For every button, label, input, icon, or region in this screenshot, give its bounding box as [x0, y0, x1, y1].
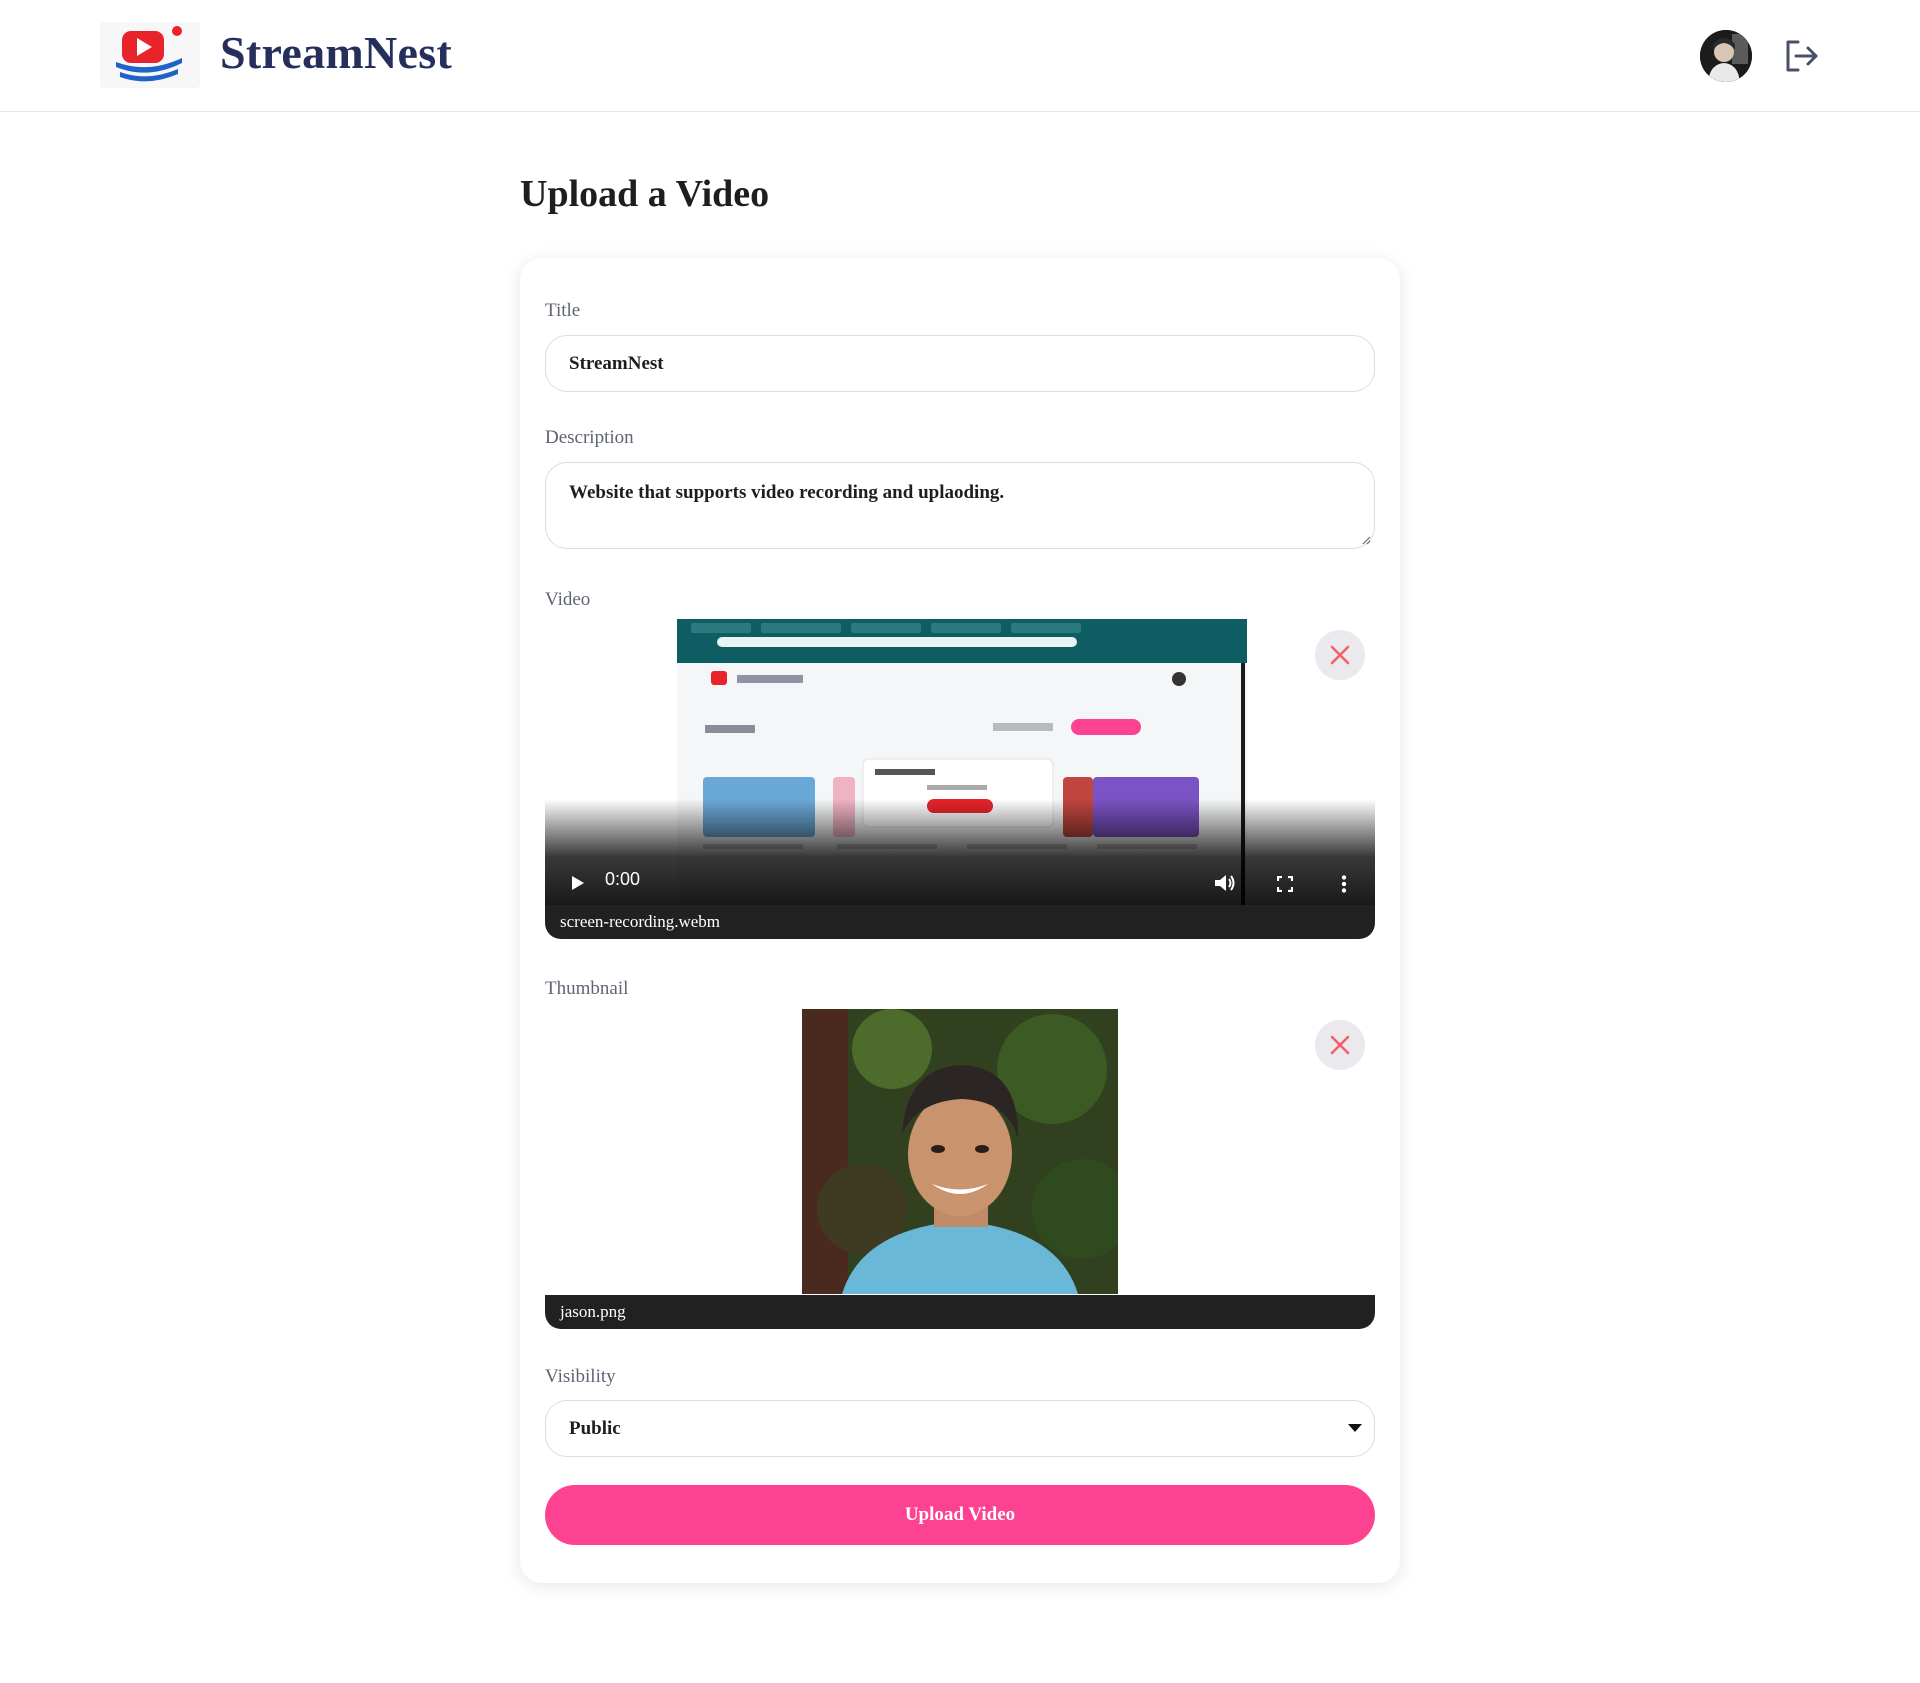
volume-icon[interactable] — [1214, 873, 1236, 893]
fullscreen-icon[interactable] — [1277, 876, 1293, 892]
description-text: Website that supports video recording an… — [569, 482, 1005, 503]
thumbnail-preview: jason.png — [545, 1009, 1375, 1329]
description-textarea[interactable]: Website that supports video recording an… — [545, 462, 1375, 549]
thumbnail-filename-bar: jason.png — [545, 1295, 1375, 1329]
video-filename-bar: screen-recording.webm — [545, 905, 1375, 939]
title-input[interactable]: StreamNest — [545, 335, 1375, 392]
visibility-selected-value: Public — [569, 1418, 621, 1439]
thumbnail-label: Thumbnail — [545, 978, 629, 999]
resize-grip-icon[interactable] — [1361, 535, 1371, 545]
upload-form-card: Title StreamNest Description Website tha… — [520, 258, 1400, 1583]
streamnest-logo-icon[interactable] — [100, 22, 200, 88]
more-vertical-icon[interactable] — [1341, 875, 1347, 893]
app-header: StreamNest — [0, 0, 1920, 112]
visibility-label: Visibility — [545, 1366, 616, 1387]
brand-name[interactable]: StreamNest — [220, 26, 452, 79]
visibility-select[interactable]: Public — [545, 1400, 1375, 1457]
remove-video-button[interactable] — [1315, 630, 1365, 680]
video-controls-overlay — [545, 799, 1375, 905]
user-avatar[interactable] — [1700, 30, 1752, 82]
logout-icon[interactable] — [1780, 34, 1824, 78]
chevron-down-icon — [1348, 1424, 1362, 1432]
thumbnail-filename: jason.png — [560, 1302, 626, 1321]
video-current-time: 0:00 — [605, 869, 641, 889]
remove-thumbnail-button[interactable] — [1315, 1020, 1365, 1070]
thumbnail-image — [802, 1009, 1118, 1294]
video-filename: screen-recording.webm — [560, 912, 721, 931]
video-player[interactable]: 0:00 screen-recording.webm — [545, 619, 1375, 939]
title-label: Title — [545, 300, 581, 321]
description-label: Description — [545, 427, 634, 448]
video-label: Video — [545, 589, 591, 610]
play-icon[interactable] — [571, 875, 585, 891]
page-title: Upload a Video — [520, 173, 770, 215]
upload-video-button[interactable]: Upload Video — [545, 1485, 1375, 1545]
